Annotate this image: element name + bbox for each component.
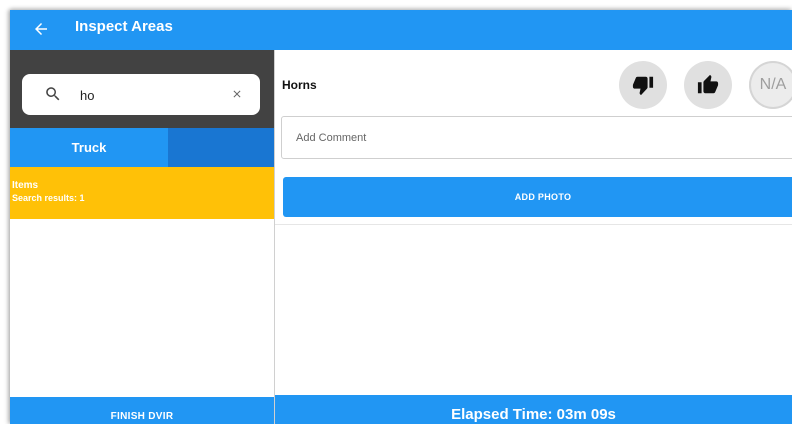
search-box xyxy=(22,74,260,115)
comment-input[interactable] xyxy=(296,129,696,147)
top-app-bar: Inspect Areas xyxy=(10,10,792,50)
arrow-left-icon xyxy=(35,23,47,35)
section-divider xyxy=(275,224,792,225)
thumbs-up-icon xyxy=(697,74,719,94)
app-window: Inspect Areas Truck Items Search res xyxy=(10,10,792,424)
defect-button[interactable] xyxy=(619,61,667,109)
search-area xyxy=(10,50,274,128)
clear-search-button[interactable] xyxy=(228,85,246,103)
back-button[interactable] xyxy=(28,16,54,42)
ok-button[interactable] xyxy=(684,61,732,109)
not-applicable-button[interactable]: N/A xyxy=(749,61,792,109)
search-results-header: Items Search results: 1 xyxy=(10,167,274,219)
results-count: Search results: 1 xyxy=(12,193,85,203)
sidebar: Truck Items Search results: 1 FINISH DVI… xyxy=(10,50,274,424)
item-name: Horns xyxy=(282,78,317,92)
tab-bar: Truck xyxy=(10,128,274,167)
add-photo-button[interactable]: ADD PHOTO xyxy=(283,177,792,217)
results-items-label: Items xyxy=(12,180,39,191)
item-detail-panel: Horns N/A ADD PHOTO Elapsed Time: 03m 09… xyxy=(275,50,792,424)
page-title: Inspect Areas xyxy=(75,18,173,35)
finish-dvir-button[interactable]: FINISH DVIR xyxy=(10,397,274,424)
close-icon xyxy=(233,90,241,98)
comment-field xyxy=(281,116,792,159)
search-input[interactable] xyxy=(80,85,220,105)
tab-truck[interactable]: Truck xyxy=(10,128,168,167)
tab-trailer[interactable] xyxy=(168,128,274,167)
thumbs-down-icon xyxy=(632,76,654,96)
elapsed-time-bar: Elapsed Time: 03m 09s xyxy=(275,395,792,424)
search-icon xyxy=(46,87,60,101)
